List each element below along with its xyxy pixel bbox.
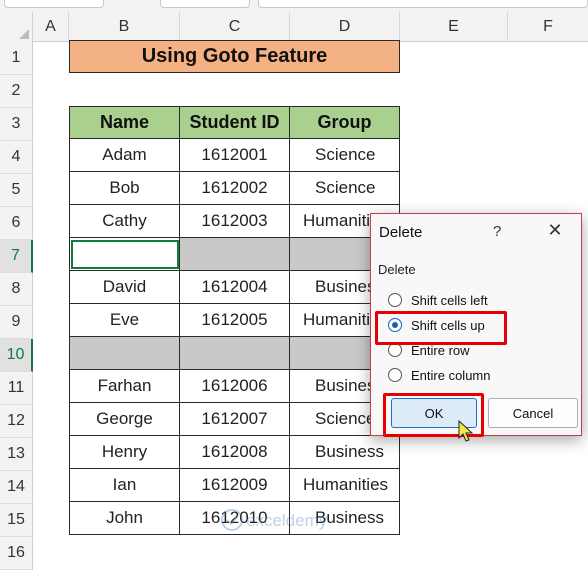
option-shift-cells-left[interactable]: Shift cells left — [388, 290, 488, 310]
cancel-button[interactable]: Cancel — [488, 398, 578, 428]
cell-student-id[interactable]: 1612007 — [180, 403, 290, 436]
column-header-c[interactable]: C — [180, 12, 290, 42]
cell-name[interactable]: Adam — [69, 139, 180, 172]
highlight-box-option — [375, 311, 507, 345]
cell-student-id[interactable]: 1612005 — [180, 304, 290, 337]
blank-cell[interactable] — [180, 238, 290, 271]
select-all-corner[interactable] — [0, 12, 33, 42]
cell-group[interactable]: Business — [290, 436, 400, 469]
cell-group[interactable]: Science — [290, 139, 400, 172]
sheet-title[interactable]: Using Goto Feature — [69, 40, 400, 73]
row-header-10[interactable]: 10 — [0, 339, 33, 372]
cell-student-id[interactable]: 1612008 — [180, 436, 290, 469]
row-header-15[interactable]: 15 — [0, 504, 33, 537]
row-header-11[interactable]: 11 — [0, 372, 33, 405]
row-header-14[interactable]: 14 — [0, 471, 33, 504]
row-header-12[interactable]: 12 — [0, 405, 33, 438]
name-box[interactable] — [4, 0, 104, 8]
row-header-7[interactable]: 7 — [0, 240, 33, 273]
option-entire-column[interactable]: Entire column — [388, 365, 490, 385]
blank-cell[interactable] — [180, 337, 290, 370]
cell-name[interactable]: George — [69, 403, 180, 436]
radio-button[interactable] — [388, 368, 402, 382]
delete-dialog: Delete ? ✕ Delete Shift cells left Shift… — [370, 213, 582, 437]
cell-student-id[interactable]: 1612002 — [180, 172, 290, 205]
cell-student-id[interactable]: 1612009 — [180, 469, 290, 502]
column-header-b[interactable]: B — [69, 12, 180, 42]
delete-group-label: Delete — [378, 262, 416, 277]
row-header-2[interactable]: 2 — [0, 75, 33, 108]
option-label: Shift cells left — [411, 292, 488, 308]
cell-name[interactable]: John — [69, 502, 180, 535]
cell-name[interactable]: Farhan — [69, 370, 180, 403]
help-icon[interactable]: ? — [493, 223, 501, 240]
cell-name[interactable]: Eve — [69, 304, 180, 337]
option-label: Entire column — [411, 367, 491, 383]
column-header-a[interactable]: A — [33, 12, 69, 42]
row-header-9[interactable]: 9 — [0, 306, 33, 339]
header-student-id[interactable]: Student ID — [180, 106, 290, 139]
cell-name[interactable]: Cathy — [69, 205, 180, 238]
row-header-4[interactable]: 4 — [0, 141, 33, 174]
cell-student-id[interactable]: 1612001 — [180, 139, 290, 172]
column-header-e[interactable]: E — [400, 12, 508, 42]
blank-cell[interactable] — [69, 337, 180, 370]
header-group[interactable]: Group — [290, 106, 400, 139]
formula-controls[interactable] — [160, 0, 250, 8]
close-icon[interactable]: ✕ — [543, 218, 567, 242]
row-header-13[interactable]: 13 — [0, 438, 33, 471]
column-header-d[interactable]: D — [290, 12, 400, 42]
row-header-1[interactable]: 1 — [0, 42, 33, 75]
header-name[interactable]: Name — [69, 106, 180, 139]
cell-student-id[interactable]: 1612004 — [180, 271, 290, 304]
svg-text:exceldemy: exceldemy — [246, 511, 328, 530]
cursor-icon — [458, 419, 474, 444]
row-header-5[interactable]: 5 — [0, 174, 33, 207]
row-header-8[interactable]: 8 — [0, 273, 33, 306]
cell-group[interactable]: Science — [290, 172, 400, 205]
cell-name[interactable]: Bob — [69, 172, 180, 205]
dialog-title: Delete — [379, 224, 423, 241]
watermark-logo: exceldemy — [218, 505, 378, 535]
row-header-16[interactable]: 16 — [0, 537, 33, 570]
cell-name[interactable]: David — [69, 271, 180, 304]
formula-input[interactable] — [258, 0, 588, 8]
radio-button[interactable] — [388, 293, 402, 307]
active-cell-indicator — [71, 240, 179, 269]
row-header-6[interactable]: 6 — [0, 207, 33, 240]
cell-name[interactable]: Ian — [69, 469, 180, 502]
radio-button[interactable] — [388, 343, 402, 357]
cell-student-id[interactable]: 1612006 — [180, 370, 290, 403]
cell-student-id[interactable]: 1612003 — [180, 205, 290, 238]
cell-group[interactable]: Humanities — [290, 469, 400, 502]
row-header-3[interactable]: 3 — [0, 108, 33, 141]
cell-name[interactable]: Henry — [69, 436, 180, 469]
column-header-f[interactable]: F — [508, 12, 588, 42]
